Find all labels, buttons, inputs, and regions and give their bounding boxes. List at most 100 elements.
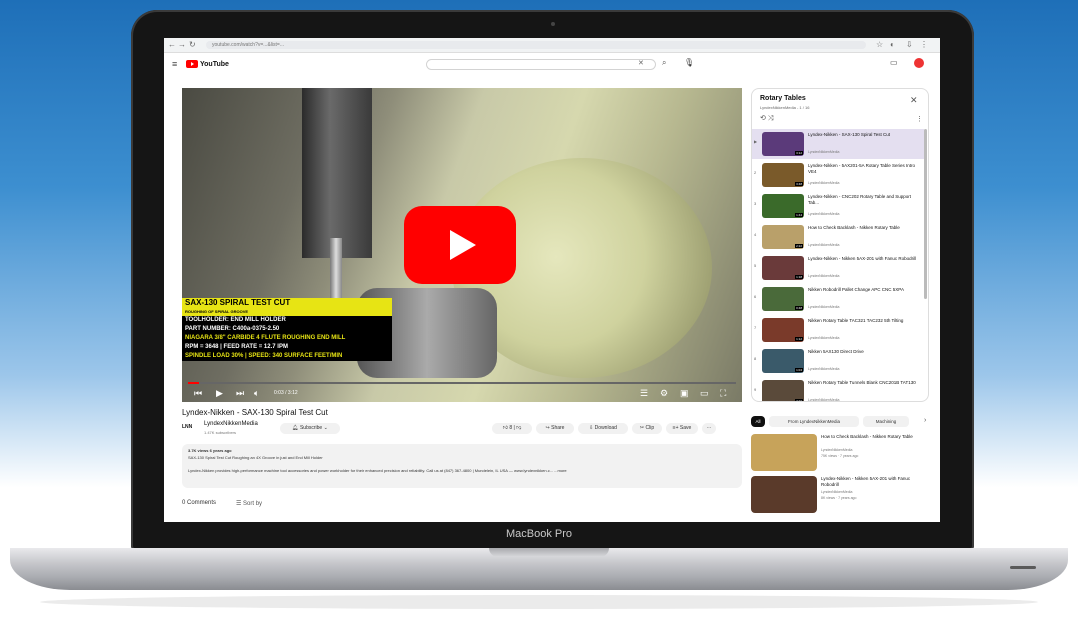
playlist-thumbnail[interactable]: 2:22 (762, 225, 804, 249)
playlist-item-title[interactable]: How to Check Backlash - Nikken Rotary Ta… (808, 225, 918, 231)
share-button[interactable]: ↪ Share (536, 423, 574, 434)
youtube-logo[interactable]: YouTube (186, 60, 229, 68)
playlist-item-title[interactable]: Lyndex-Nikken - SAX-130 Spiral Test Cut (808, 132, 918, 138)
download-button[interactable]: ⇩ Download (578, 423, 628, 434)
playlist-index: ▶ (754, 139, 758, 144)
hamburger-menu-icon[interactable]: ≡ (172, 59, 177, 69)
recommendation-thumbnail[interactable] (751, 476, 817, 513)
playlist-thumbnail[interactable]: 0:48 (762, 287, 804, 311)
fullscreen-icon[interactable]: ⛶ (720, 388, 726, 399)
playlist-item-channel: LyndexNikkenMedia (808, 243, 840, 247)
recommendation-thumbnail[interactable] (751, 434, 817, 471)
more-actions-button[interactable]: ··· (702, 423, 716, 434)
recommendation-item[interactable]: Lyndex-Nikken - Nikken 5AX-201 with Fanu… (751, 476, 929, 514)
player-controls: ⏮ ▶ ⏭ 🔈︎ 0:03 / 3:12 ☰ ⚙ ▣ ▭ ⛶ (182, 386, 742, 402)
playlist-thumbnail[interactable]: 3:12 (762, 132, 804, 156)
duration-badge: 0:48 (795, 306, 803, 310)
address-bar[interactable]: youtube.com/watch?v=...&list=... (206, 41, 866, 49)
theater-icon[interactable]: ▭ (700, 388, 709, 399)
recommendation-title[interactable]: Lyndex-Nikken - Nikken 5AX-201 with Fanu… (821, 476, 925, 488)
profile-icon[interactable]: ◐ (890, 40, 895, 49)
recommendation-item[interactable]: How to Check Backlash - Nikken Rotary Ta… (751, 434, 929, 472)
reload-icon[interactable]: ↻ (189, 41, 196, 49)
more-vert-icon[interactable]: ⋮ (916, 115, 923, 123)
playlist-item[interactable]: 9 2:10 Nikken Rotary Table Tunnels Blank C… (752, 377, 924, 402)
subscribe-button[interactable]: 🔔︎ Subscribe ⌄ (280, 423, 340, 434)
chip-from-channel[interactable]: From LyndexNikkenMedia (769, 416, 859, 427)
playlist-item[interactable]: 4 2:22 How to Check Backlash - Nikken Rota… (752, 222, 924, 252)
playlist-item-title[interactable]: Nikken Rotary Table Tunnels Blank CNC201… (808, 380, 918, 386)
channel-avatar[interactable]: LNN (182, 424, 196, 434)
playlist-item-title[interactable]: Nikken Robodrill Pallet Change APC CNC 5… (808, 287, 918, 293)
downloads-icon[interactable]: ⇩ (906, 40, 913, 49)
settings-icon[interactable]: ⚙ (660, 388, 668, 399)
close-icon[interactable]: ✕ (910, 95, 918, 106)
create-icon[interactable]: ▭ (890, 58, 898, 67)
play-button[interactable] (404, 206, 516, 284)
playlist-item-channel: LyndexNikkenMedia (808, 398, 840, 402)
forward-icon[interactable]: → (178, 41, 186, 49)
recommendation-meta: 75K views · 7 years ago (821, 454, 859, 458)
playlist-thumbnail[interactable]: 1:18 (762, 256, 804, 280)
playlist-item-title[interactable]: Lyndex-Nikken - Nikken 5AX-201 with Fanu… (808, 256, 918, 262)
clear-search-icon[interactable]: ✕ (638, 59, 644, 67)
playlist-thumbnail[interactable]: 1:04 (762, 349, 804, 373)
play-icon[interactable]: ▶ (216, 388, 223, 399)
next-icon[interactable]: ⏭ (236, 388, 244, 399)
playlist-thumbnail[interactable]: 2:10 (762, 380, 804, 401)
playlist-item[interactable]: 7 1:12 Nikken Rotary Table TAC321 TAC232 5… (752, 315, 924, 345)
microphone-icon[interactable]: 🎙︎ (684, 58, 694, 67)
duration-badge: 1:18 (795, 275, 803, 279)
playlist-item[interactable]: 5 1:18 Lyndex-Nikken - Nikken 5AX-201 with… (752, 253, 924, 283)
duration-badge: 3:48 (795, 182, 803, 186)
playlist-item[interactable]: ▶ 3:12 Lyndex-Nikken - SAX-130 Spiral Test… (752, 129, 924, 159)
chevron-right-icon[interactable]: › (924, 417, 926, 424)
volume-icon[interactable]: 🔈︎ (254, 388, 259, 399)
laptop-screen: ← → ↻ youtube.com/watch?v=...&list=... ☆… (164, 38, 940, 522)
playlist-item[interactable]: 2 3:48 Lyndex-Nikken - 5AX201-5A Rotary Ta… (752, 160, 924, 190)
captions-icon[interactable]: ☰ (640, 388, 648, 399)
search-icon[interactable]: ⌕ (662, 58, 666, 68)
progress-bar[interactable] (188, 382, 736, 384)
previous-icon[interactable]: ⏮ (194, 388, 202, 399)
sort-label: Sort by (243, 501, 263, 507)
playlist-item-title[interactable]: Nikken 5AX130 Direct Drive (808, 349, 918, 355)
extension-icon[interactable]: ☆ (876, 40, 883, 49)
channel-name[interactable]: LyndexNikkenMedia (204, 421, 258, 427)
description-box[interactable]: 3.7K views 6 years ago SAX-130 Spiral Te… (182, 444, 742, 488)
clip-label: Clip (645, 425, 655, 431)
playlist-thumbnail[interactable]: 3:48 (762, 163, 804, 187)
playlist-item[interactable]: 3 1:44 Lyndex-Nikken - CNC202 Rotary Table… (752, 191, 924, 221)
miniplayer-icon[interactable]: ▣ (680, 388, 689, 399)
recommendation-channel: LyndexNikkenMedia (821, 448, 853, 452)
sleep-indicator (1010, 566, 1036, 569)
menu-icon[interactable]: ⋮ (920, 40, 928, 49)
playlist-item-channel: LyndexNikkenMedia (808, 336, 840, 340)
recommendation-title[interactable]: How to Check Backlash - Nikken Rotary Ta… (821, 434, 925, 440)
playlist-thumbnail[interactable]: 1:44 (762, 194, 804, 218)
overlay-subtitle: ROUGHING OF SPIRAL GROOVE (182, 307, 392, 316)
video-player[interactable]: SAX-130 SPIRAL TEST CUT ROUGHING OF SPIR… (182, 88, 742, 402)
playlist-title[interactable]: Rotary Tables (760, 95, 806, 102)
back-icon[interactable]: ← (168, 41, 176, 49)
playlist-item[interactable]: 6 0:48 Nikken Robodrill Pallet Change APC … (752, 284, 924, 314)
chip-machining[interactable]: Machining (863, 416, 909, 427)
save-label: Save (679, 425, 692, 431)
clip-button[interactable]: ✂ Clip (632, 423, 662, 434)
video-text-overlay: SAX-130 SPIRAL TEST CUT ROUGHING OF SPIR… (182, 298, 392, 361)
laptop-notch (489, 548, 609, 557)
recommendation-channel: LyndexNikkenMedia (821, 490, 853, 494)
playlist-item-title[interactable]: Nikken Rotary Table TAC321 TAC232 5th Ti… (808, 318, 918, 324)
playlist-scrollbar[interactable] (924, 129, 927, 299)
avatar[interactable] (914, 58, 924, 68)
sort-by-button[interactable]: ☰ Sort by (236, 500, 262, 507)
like-button[interactable]: 👍︎ 8 | 👎︎ (492, 423, 532, 434)
playlist-item[interactable]: 8 1:04 Nikken 5AX130 Direct Drive LyndexNik… (752, 346, 924, 376)
save-button[interactable]: ≡+ Save (666, 423, 698, 434)
playlist-item-title[interactable]: Lyndex-Nikken - CNC202 Rotary Table and … (808, 194, 918, 206)
loop-shuffle-icons[interactable]: ⟲ ⤨ (760, 114, 773, 123)
playlist-item-title[interactable]: Lyndex-Nikken - 5AX201-5A Rotary Table S… (808, 163, 918, 175)
chip-all[interactable]: All (751, 416, 765, 427)
playlist-thumbnail[interactable]: 1:12 (762, 318, 804, 342)
search-input[interactable] (426, 59, 656, 70)
